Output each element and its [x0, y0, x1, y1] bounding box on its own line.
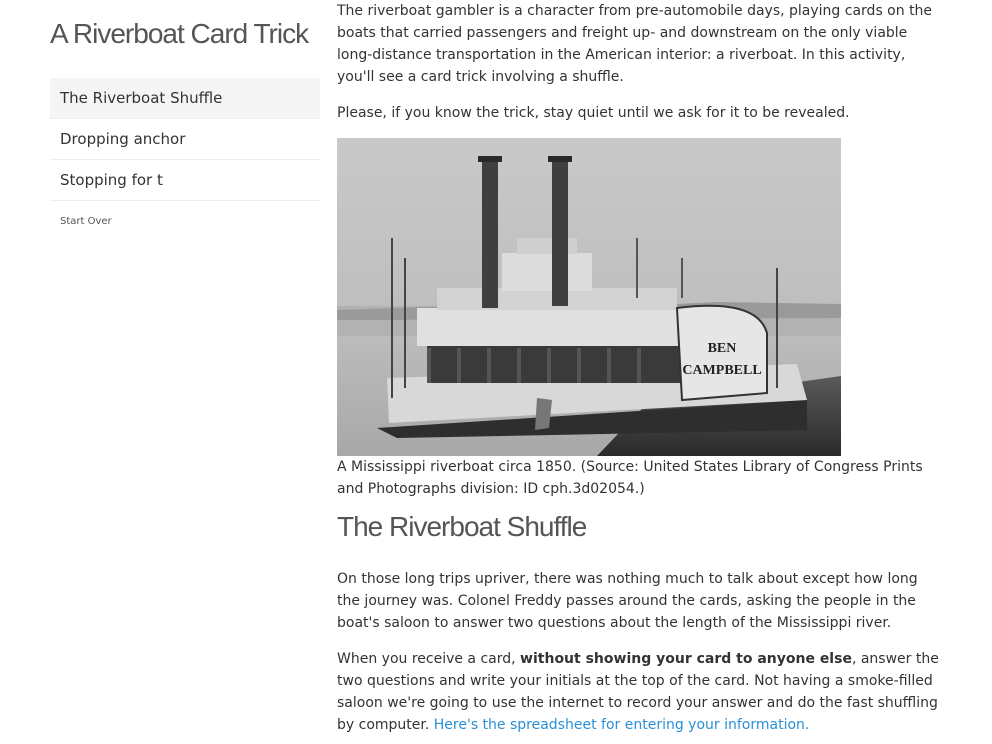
- quiet-notice-paragraph: Please, if you know the trick, stay quie…: [337, 105, 850, 121]
- nav-item-stopping-for[interactable]: Stopping for t: [50, 160, 320, 201]
- nav-item-riverboat-shuffle[interactable]: The Riverboat Shuffle: [50, 78, 320, 119]
- card-instructions-emphasis: without showing your card to anyone else: [520, 651, 852, 667]
- card-instructions-paragraph: When you receive a card, without showing…: [337, 648, 942, 736]
- trip-paragraph: On those long trips upriver, there was n…: [337, 571, 918, 631]
- nav-item-dropping-anchor[interactable]: Dropping anchor: [50, 119, 320, 160]
- sidebar-nav: The Riverboat Shuffle Dropping anchor St…: [50, 78, 320, 201]
- section-title: The Riverboat Shuffle: [337, 511, 587, 542]
- intro-paragraph: The riverboat gambler is a character fro…: [337, 3, 933, 85]
- start-over-link[interactable]: Start Over: [60, 216, 112, 227]
- riverboat-photo: BEN CAMPBELL: [337, 138, 841, 456]
- photo-caption: A Mississippi riverboat circa 1850. (Sou…: [337, 459, 923, 497]
- paddle-box-text-campbell: CAMPBELL: [682, 363, 761, 378]
- paddle-box-text-ben: BEN: [708, 341, 737, 356]
- spreadsheet-link[interactable]: Here's the spreadsheet for entering your…: [434, 717, 810, 733]
- site-title[interactable]: A Riverboat Card Trick: [50, 18, 350, 50]
- card-instructions-text-start: When you receive a card,: [337, 651, 521, 667]
